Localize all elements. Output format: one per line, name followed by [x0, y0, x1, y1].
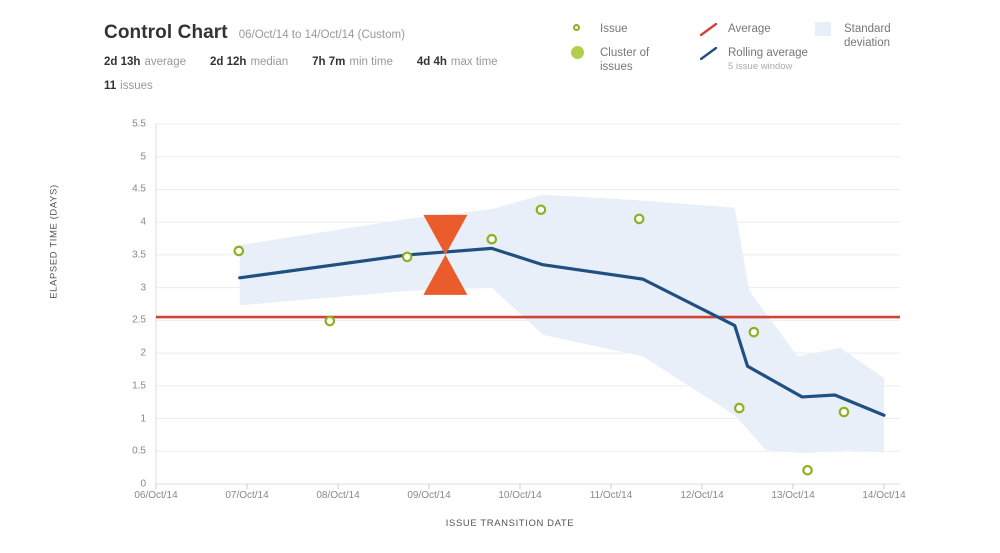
issue-data-point[interactable]: [838, 406, 850, 418]
y-axis-tick-label: 1: [140, 413, 146, 425]
x-axis-tick-label: 12/Oct/14: [680, 490, 724, 501]
y-axis-tick-label: 5: [140, 151, 146, 163]
chart-plot-area[interactable]: ELAPSED TIME (DAYS) ISSUE TRANSITION DAT…: [0, 0, 1000, 553]
issue-data-point[interactable]: [233, 245, 245, 257]
issue-data-point[interactable]: [748, 326, 760, 338]
x-axis-tick-label: 11/Oct/14: [589, 490, 633, 501]
issue-data-point[interactable]: [486, 233, 498, 245]
y-axis-tick-label: 2.5: [132, 314, 146, 326]
plot-svg: [155, 123, 900, 489]
control-chart-page: Control Chart 06/Oct/14 to 14/Oct/14 (Cu…: [0, 0, 1000, 553]
issue-data-point[interactable]: [734, 402, 745, 414]
x-axis-tick-label: 09/Oct/14: [407, 490, 451, 501]
x-axis-tick-label: 06/Oct/14: [134, 490, 178, 501]
y-axis-tick-label: 0.5: [132, 445, 146, 457]
x-axis-tick-label: 13/Oct/14: [771, 490, 815, 501]
issue-data-point[interactable]: [802, 464, 813, 476]
y-axis-tick-label: 4.5: [132, 183, 146, 195]
y-axis-tick-label: 1.5: [132, 380, 146, 392]
x-axis-tick-label: 14/Oct/14: [862, 490, 906, 501]
issue-data-point[interactable]: [324, 315, 336, 327]
issue-data-point[interactable]: [633, 213, 645, 225]
y-axis-tick-label: 2: [140, 347, 146, 359]
y-axis-tick-label: 0: [140, 478, 146, 490]
x-axis-tick-label: 07/Oct/14: [225, 490, 269, 501]
issue-data-point[interactable]: [401, 251, 413, 263]
y-axis-tick-label: 3: [140, 282, 146, 294]
x-axis-tick-label: 10/Oct/14: [498, 490, 542, 501]
issue-data-point[interactable]: [535, 204, 547, 216]
y-axis-tick-label: 3.5: [132, 249, 146, 261]
standard-deviation-band: [239, 194, 885, 454]
y-axis-tick-label: 4: [140, 216, 146, 228]
y-axis-tick-label: 5.5: [132, 118, 146, 130]
x-axis-tick-label: 08/Oct/14: [316, 490, 360, 501]
